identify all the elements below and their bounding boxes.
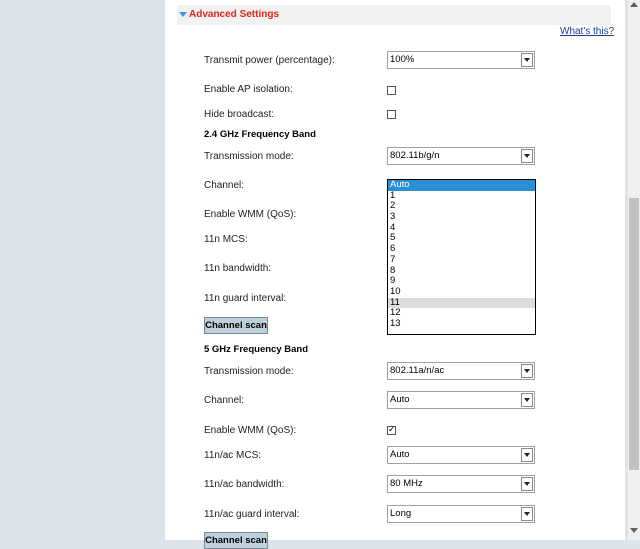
band24-bandwidth-label: 11n bandwidth: [204,263,272,274]
band24-transmission-mode-select[interactable]: 802.11b/g/n [387,147,535,165]
channel-option[interactable]: 10 [388,286,535,298]
band24-mcs-label: 11n MCS: [204,234,248,245]
section-title[interactable]: Advanced Settings [189,9,279,20]
channel-option[interactable]: 8 [388,265,535,277]
band24-channel-scan-button[interactable]: Channel scan [204,317,268,334]
band5-channel-select[interactable]: Auto [387,391,535,409]
left-panel [0,0,165,540]
collapse-arrow-icon[interactable] [179,12,187,17]
band24-title: 2.4 GHz Frequency Band [204,129,316,140]
band5-transmission-mode-select[interactable]: 802.11a/n/ac [387,362,535,380]
band5-channel-value: Auto [390,394,410,405]
channel-option[interactable]: 2 [388,201,535,212]
chevron-down-icon[interactable] [521,364,533,378]
band5-title: 5 GHz Frequency Band [204,344,308,355]
channel-option[interactable]: 9 [388,275,535,287]
band5-guard-label: 11n/ac guard interval: [204,509,300,520]
transmit-power-label: Transmit power (percentage): [204,55,335,66]
band24-wmm-label: Enable WMM (QoS): [204,209,297,220]
channel-option[interactable]: 12 [388,308,535,319]
band24-guard-label: 11n guard interval: [204,293,287,304]
whats-this-link[interactable]: What's this? [560,26,614,37]
channel-option[interactable]: 13 [388,318,535,330]
chevron-down-icon[interactable] [521,149,533,163]
band5-transmission-mode-value: 802.11a/n/ac [390,365,445,376]
chevron-down-icon[interactable] [521,448,533,462]
chevron-down-icon[interactable] [521,393,533,407]
channel-option[interactable]: 11 [388,297,535,309]
scroll-down-arrow-icon[interactable] [630,528,638,533]
band24-channel-dropdown-list[interactable]: Auto 1 2 3 4 5 6 7 8 9 10 11 12 13 [387,179,536,335]
chevron-down-icon[interactable] [521,477,533,491]
channel-option[interactable]: Auto [388,179,535,191]
chevron-down-icon[interactable] [521,507,533,521]
band5-channel-scan-button[interactable]: Channel scan [204,532,268,549]
scroll-up-arrow-icon[interactable] [630,2,638,7]
band5-bandwidth-select[interactable]: 80 MHz [387,475,535,493]
band24-transmission-mode-label: Transmission mode: [204,151,294,162]
band5-mcs-select[interactable]: Auto [387,446,535,464]
band5-bandwidth-label: 11n/ac bandwidth: [204,479,285,490]
band24-channel-label: Channel: [204,180,245,191]
band5-guard-value: Long [390,508,412,519]
transmit-power-value: 100% [390,54,415,65]
band5-channel-label: Channel: [204,395,245,406]
band5-mcs-label: 11n/ac MCS: [204,450,262,461]
ap-isolation-label: Enable AP isolation: [204,84,293,95]
scrollbar-thumb[interactable] [629,198,639,470]
band5-wmm-checkbox[interactable] [387,424,396,435]
channel-option[interactable]: 5 [388,233,535,244]
channel-option[interactable]: 1 [388,190,535,202]
channel-option[interactable]: 4 [388,222,535,234]
band24-transmission-mode-value: 802.11b/g/n [390,150,440,161]
band5-wmm-label: Enable WMM (QoS): [204,425,297,436]
hide-broadcast-label: Hide broadcast: [204,109,275,120]
ap-isolation-checkbox[interactable] [387,86,396,95]
transmit-power-select[interactable]: 100% [387,51,535,69]
chevron-down-icon[interactable] [521,53,533,67]
band5-bandwidth-value: 80 MHz [390,478,423,489]
channel-option[interactable]: 7 [388,254,535,266]
band5-transmission-mode-label: Transmission mode: [204,366,294,377]
band5-mcs-value: Auto [390,449,410,460]
channel-option[interactable]: 6 [388,243,535,255]
channel-option[interactable]: 3 [388,211,535,223]
hide-broadcast-checkbox[interactable] [387,110,396,119]
band5-guard-select[interactable]: Long [387,505,535,523]
